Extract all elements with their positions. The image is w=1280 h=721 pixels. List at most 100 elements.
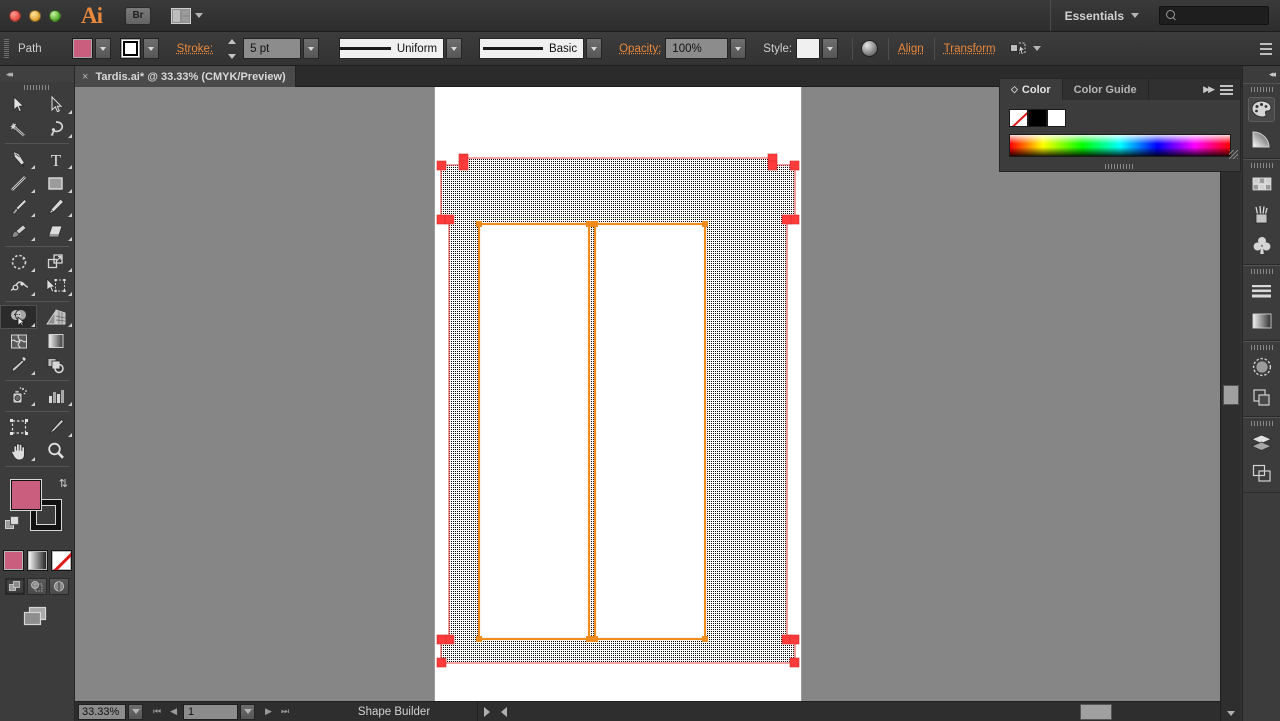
style-combo[interactable] (796, 38, 839, 59)
slice-tool[interactable] (37, 415, 74, 439)
none-mode-button[interactable] (50, 550, 72, 571)
tools-panel-grip[interactable] (0, 82, 74, 92)
go-to-bridge-button[interactable]: Br (125, 6, 151, 25)
color-panel-icon[interactable] (1243, 94, 1280, 124)
canvas-area[interactable] (75, 87, 1220, 701)
stroke-label[interactable]: Stroke: (177, 43, 213, 55)
perspective-grid-tool[interactable] (37, 305, 74, 329)
arrange-documents-button[interactable] (171, 7, 203, 24)
tab-color-guide[interactable]: Color Guide (1063, 79, 1149, 100)
artboard-number-dropdown[interactable] (240, 703, 256, 720)
scale-tool[interactable] (37, 250, 74, 274)
fill-indicator[interactable] (11, 480, 41, 510)
appearance-panel-icon[interactable] (1243, 382, 1280, 412)
collapse-panel-icon[interactable]: ◂◂ (6, 69, 13, 80)
width-tool[interactable] (0, 274, 37, 298)
zoom-level-dropdown[interactable] (128, 703, 143, 720)
screen-mode-button[interactable] (0, 606, 74, 628)
layers-panel-icon[interactable] (1243, 428, 1280, 458)
swatches-panel-icon[interactable] (1243, 170, 1280, 200)
last-artboard-button[interactable]: ⏭ (281, 706, 289, 717)
blob-brush-tool[interactable] (0, 219, 37, 243)
close-window-button[interactable] (9, 9, 21, 22)
artboard[interactable] (435, 87, 801, 701)
opacity-label[interactable]: Opacity: (619, 43, 661, 55)
first-artboard-button[interactable]: ⏮ (153, 706, 161, 717)
draw-normal-button[interactable] (5, 578, 25, 595)
artboard-number-field[interactable]: 1 (183, 703, 239, 720)
isolate-object-group[interactable] (1009, 42, 1041, 56)
swatch-black[interactable] (1028, 109, 1047, 127)
column-graph-tool[interactable] (37, 384, 74, 408)
stepper-down-icon[interactable] (228, 53, 237, 59)
fill-swatch-group[interactable] (71, 38, 111, 59)
tab-color[interactable]: ◇ Color (1000, 79, 1063, 100)
gradient-panel-icon[interactable] (1243, 306, 1280, 336)
hand-tool[interactable] (0, 439, 37, 463)
control-bar-menu[interactable] (1260, 42, 1272, 55)
transform-button[interactable]: Transform (944, 43, 996, 55)
dock-group-grip[interactable] (1243, 160, 1280, 170)
dock-group-grip[interactable] (1243, 418, 1280, 428)
panel-menu-icon[interactable] (1220, 84, 1233, 95)
rectangle-tool[interactable] (37, 171, 74, 195)
dock-group-grip[interactable] (1243, 266, 1280, 276)
swatch-white[interactable] (1047, 109, 1066, 127)
symbol-sprayer-tool[interactable] (0, 384, 37, 408)
brush-definition-field[interactable]: Basic (479, 38, 585, 59)
color-mode-button[interactable] (2, 550, 24, 571)
paintbrush-tool[interactable] (0, 195, 37, 219)
brushes-panel-icon[interactable] (1243, 200, 1280, 230)
rotate-tool[interactable] (0, 250, 37, 274)
pen-tool[interactable] (0, 147, 37, 171)
stroke-swatch-group[interactable] (119, 38, 159, 59)
tools-panel-header[interactable]: ◂◂ (0, 66, 74, 82)
horizontal-scrollbar[interactable] (495, 701, 1220, 721)
fill-swatch-dropdown[interactable] (94, 38, 111, 59)
lasso-tool[interactable] (37, 116, 74, 140)
panel-resize-handle[interactable] (1229, 150, 1238, 159)
draw-behind-button[interactable] (27, 578, 47, 595)
artboards-panel-icon[interactable] (1243, 458, 1280, 488)
stroke-weight-field[interactable]: 5 pt (243, 38, 302, 59)
close-icon[interactable]: × (82, 71, 88, 83)
document-tab[interactable]: × Tardis.ai* @ 33.33% (CMYK/Preview) (75, 66, 296, 87)
width-profile-dropdown[interactable] (446, 38, 463, 59)
stroke-color-swatch[interactable] (119, 38, 141, 59)
opacity-dropdown[interactable] (730, 38, 747, 59)
free-transform-tool[interactable] (37, 274, 74, 298)
stepper-up-icon[interactable] (228, 38, 237, 44)
expand-panels-icon[interactable]: ◂◂ (1269, 69, 1276, 80)
default-fill-stroke-icon[interactable] (5, 516, 20, 536)
workspace-switcher[interactable]: Essentials (1049, 0, 1153, 31)
shape-builder-tool[interactable] (0, 305, 37, 329)
fill-color-swatch[interactable] (71, 38, 93, 59)
mesh-tool[interactable] (0, 329, 37, 353)
symbols-panel-icon[interactable] (1243, 230, 1280, 260)
vertical-scroll-thumb[interactable] (1223, 385, 1239, 405)
recolor-artwork-icon[interactable] (861, 40, 879, 57)
dock-header[interactable]: ◂◂ (1243, 66, 1280, 83)
brush-definition-combo[interactable]: Basic (479, 38, 603, 59)
gradient-mode-button[interactable] (26, 550, 48, 571)
draw-inside-button[interactable] (49, 578, 69, 595)
artboard-tool[interactable] (0, 415, 37, 439)
magic-wand-tool[interactable] (0, 116, 37, 140)
stroke-weight-stepper[interactable] (226, 38, 239, 59)
swap-fill-stroke-icon[interactable]: ⇅ (59, 477, 68, 490)
previous-artboard-button[interactable]: ◀ (170, 706, 177, 717)
swatch-none[interactable] (1009, 109, 1028, 127)
zoom-window-button[interactable] (49, 9, 61, 22)
panel-bottom-grip[interactable] (1000, 162, 1240, 170)
style-swatch[interactable] (796, 38, 821, 59)
stroke-panel-icon[interactable] (1243, 276, 1280, 306)
type-tool[interactable]: T (37, 147, 74, 171)
scroll-down-button[interactable] (1221, 705, 1241, 721)
next-artboard-button[interactable]: ▶ (265, 706, 272, 717)
zoom-level-field[interactable]: 33.33% (78, 703, 126, 720)
tardis-police-box-drawing[interactable] (435, 87, 801, 701)
opacity-field[interactable]: 100% (665, 38, 729, 59)
line-segment-tool[interactable] (0, 171, 37, 195)
width-profile-combo[interactable]: Uniform (339, 38, 463, 59)
status-menu-button[interactable] (477, 701, 495, 721)
